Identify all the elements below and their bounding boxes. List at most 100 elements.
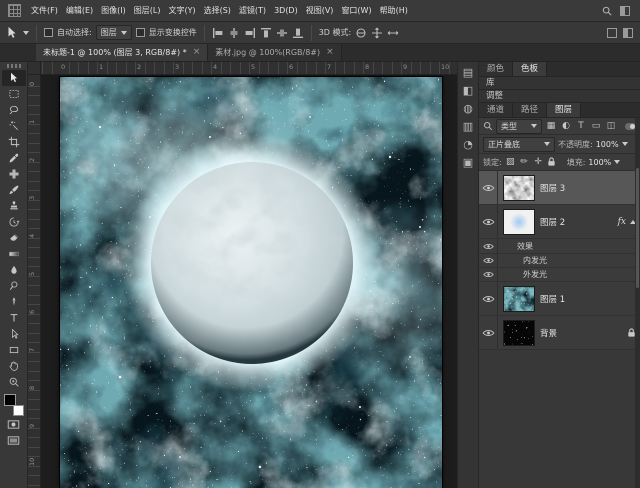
layer1-thumbnail[interactable] xyxy=(503,286,535,312)
tab-paths[interactable]: 路径 xyxy=(513,103,547,117)
tab-color[interactable]: 颜色 xyxy=(479,62,513,76)
menu-window[interactable]: 窗口(W) xyxy=(337,0,375,22)
tool-type[interactable] xyxy=(2,310,26,326)
tool-marquee[interactable] xyxy=(2,86,26,102)
3d-pan-icon[interactable] xyxy=(371,27,383,39)
effect-name[interactable]: 内发光 xyxy=(523,255,547,266)
tool-path-select[interactable] xyxy=(2,326,26,342)
align-center-h-icon[interactable] xyxy=(228,27,240,39)
visibility-toggle[interactable] xyxy=(479,316,498,349)
tool-preset-caret-icon[interactable] xyxy=(23,31,29,35)
layer-name[interactable]: 背景 xyxy=(540,327,557,339)
menu-filter[interactable]: 滤镜(T) xyxy=(235,0,270,22)
tab-layers[interactable]: 图层 xyxy=(547,103,581,117)
tool-hand[interactable] xyxy=(2,358,26,374)
filter-smart-objects-icon[interactable]: ◫ xyxy=(605,122,617,131)
layer-name[interactable]: 图层 3 xyxy=(540,182,565,194)
fill-value[interactable]: 100% xyxy=(588,158,611,167)
document-canvas-image[interactable] xyxy=(60,77,442,488)
tool-healing-brush[interactable] xyxy=(2,166,26,182)
layer3-thumbnail[interactable] xyxy=(503,175,535,201)
workspace-toggle-icon[interactable] xyxy=(607,28,617,38)
color-swatches[interactable] xyxy=(4,394,24,416)
lock-all-icon[interactable] xyxy=(547,157,556,167)
align-right-icon[interactable] xyxy=(244,27,256,39)
layer-row-layer3[interactable]: 图层 3 xyxy=(479,171,640,205)
ruler-origin-corner[interactable] xyxy=(28,62,41,75)
collapsed-panel-icon-6[interactable]: ▣ xyxy=(463,157,473,168)
blend-mode-dropdown[interactable]: 正片叠底 xyxy=(483,137,555,152)
collapsed-panel-icon-5[interactable]: ◔ xyxy=(463,139,473,150)
lock-image-icon[interactable]: ✏ xyxy=(519,158,530,167)
panel-layout-icon[interactable] xyxy=(623,28,633,38)
visibility-toggle[interactable] xyxy=(479,171,498,204)
menu-select[interactable]: 选择(S) xyxy=(200,0,235,22)
align-left-icon[interactable] xyxy=(212,27,224,39)
layers-scrollbar[interactable] xyxy=(635,118,640,488)
tool-move[interactable] xyxy=(2,70,26,86)
layer-row-background[interactable]: 背景 xyxy=(479,316,640,350)
effects-label[interactable]: 效果 xyxy=(517,241,533,252)
menu-type[interactable]: 文字(Y) xyxy=(164,0,199,22)
tool-lasso[interactable] xyxy=(2,102,26,118)
effects-header-row[interactable]: 效果 xyxy=(479,239,640,254)
auto-select-checkbox[interactable] xyxy=(44,28,53,37)
menu-layer[interactable]: 图层(L) xyxy=(130,0,165,22)
tool-history-brush[interactable] xyxy=(2,214,26,230)
opacity-value[interactable]: 100% xyxy=(596,140,619,149)
layer-row-layer2[interactable]: 图层 2 fx xyxy=(479,205,640,239)
collapsed-panel-icon-3[interactable]: ◍ xyxy=(463,103,473,114)
opacity-caret-icon[interactable] xyxy=(622,142,628,146)
menu-image[interactable]: 图像(I) xyxy=(97,0,130,22)
visibility-toggle[interactable] xyxy=(479,268,498,281)
menu-view[interactable]: 视图(V) xyxy=(302,0,338,22)
tool-zoom[interactable] xyxy=(2,374,26,390)
quick-mask-button[interactable] xyxy=(2,416,26,432)
background-thumbnail[interactable] xyxy=(503,320,535,346)
horizontal-ruler[interactable]: 0 1 2 3 4 5 6 7 8 9 10 xyxy=(41,62,457,75)
show-transform-checkbox[interactable] xyxy=(136,28,145,37)
tool-crop[interactable] xyxy=(2,134,26,150)
tool-gradient[interactable] xyxy=(2,246,26,262)
align-bottom-icon[interactable] xyxy=(292,27,304,39)
effect-row-inner-glow[interactable]: 内发光 xyxy=(479,254,640,268)
panel-library[interactable]: 库 xyxy=(479,77,640,90)
filter-kind-dropdown[interactable]: 类型 xyxy=(496,119,542,134)
lock-transparency-icon[interactable]: ▨ xyxy=(505,158,516,167)
scrollbar-thumb[interactable] xyxy=(636,168,639,288)
menu-3d[interactable]: 3D(D) xyxy=(270,0,302,22)
toolbar-grip-icon[interactable] xyxy=(7,64,21,68)
foreground-color-swatch[interactable] xyxy=(4,394,16,406)
tool-pen[interactable] xyxy=(2,294,26,310)
document-tab-untitled[interactable]: 未标题-1 @ 100% (图层 3, RGB/8#) * × xyxy=(36,44,208,61)
tool-clone-stamp[interactable] xyxy=(2,198,26,214)
search-icon[interactable] xyxy=(602,6,612,16)
menu-edit[interactable]: 编辑(E) xyxy=(62,0,97,22)
tab-channels[interactable]: 通道 xyxy=(479,103,513,117)
canvas-area[interactable]: 0 1 2 3 4 5 6 7 8 9 10 0 1 2 3 4 5 6 7 xyxy=(28,62,457,488)
vertical-ruler[interactable]: 0 1 2 3 4 5 6 7 8 9 10 xyxy=(28,75,41,488)
layer-name[interactable]: 图层 1 xyxy=(540,293,565,305)
tool-blur[interactable] xyxy=(2,262,26,278)
effect-row-outer-glow[interactable]: 外发光 xyxy=(479,268,640,282)
collapsed-panel-icon-2[interactable]: ◧ xyxy=(463,85,473,96)
menu-file[interactable]: 文件(F) xyxy=(27,0,62,22)
filter-type-layers-icon[interactable]: T xyxy=(575,122,587,131)
effect-name[interactable]: 外发光 xyxy=(523,269,547,280)
filter-adjustment-layers-icon[interactable]: ◐ xyxy=(560,122,572,131)
document[interactable] xyxy=(60,77,442,488)
visibility-toggle[interactable] xyxy=(479,205,498,238)
workspace-icon[interactable] xyxy=(620,6,630,16)
lock-position-icon[interactable]: ✛ xyxy=(533,158,544,167)
visibility-toggle[interactable] xyxy=(479,282,498,315)
collapsed-panel-icon-4[interactable]: ▥ xyxy=(463,121,473,132)
tool-dodge[interactable] xyxy=(2,278,26,294)
close-icon[interactable]: × xyxy=(193,48,201,57)
tool-eyedropper[interactable] xyxy=(2,150,26,166)
tab-swatches[interactable]: 色板 xyxy=(513,62,547,76)
visibility-toggle[interactable] xyxy=(479,254,498,267)
filter-shape-layers-icon[interactable]: ▭ xyxy=(590,122,602,131)
panel-adjustments[interactable]: 调整 xyxy=(479,90,640,103)
fill-caret-icon[interactable] xyxy=(614,160,620,164)
auto-select-target-dropdown[interactable]: 图层 xyxy=(96,25,132,40)
